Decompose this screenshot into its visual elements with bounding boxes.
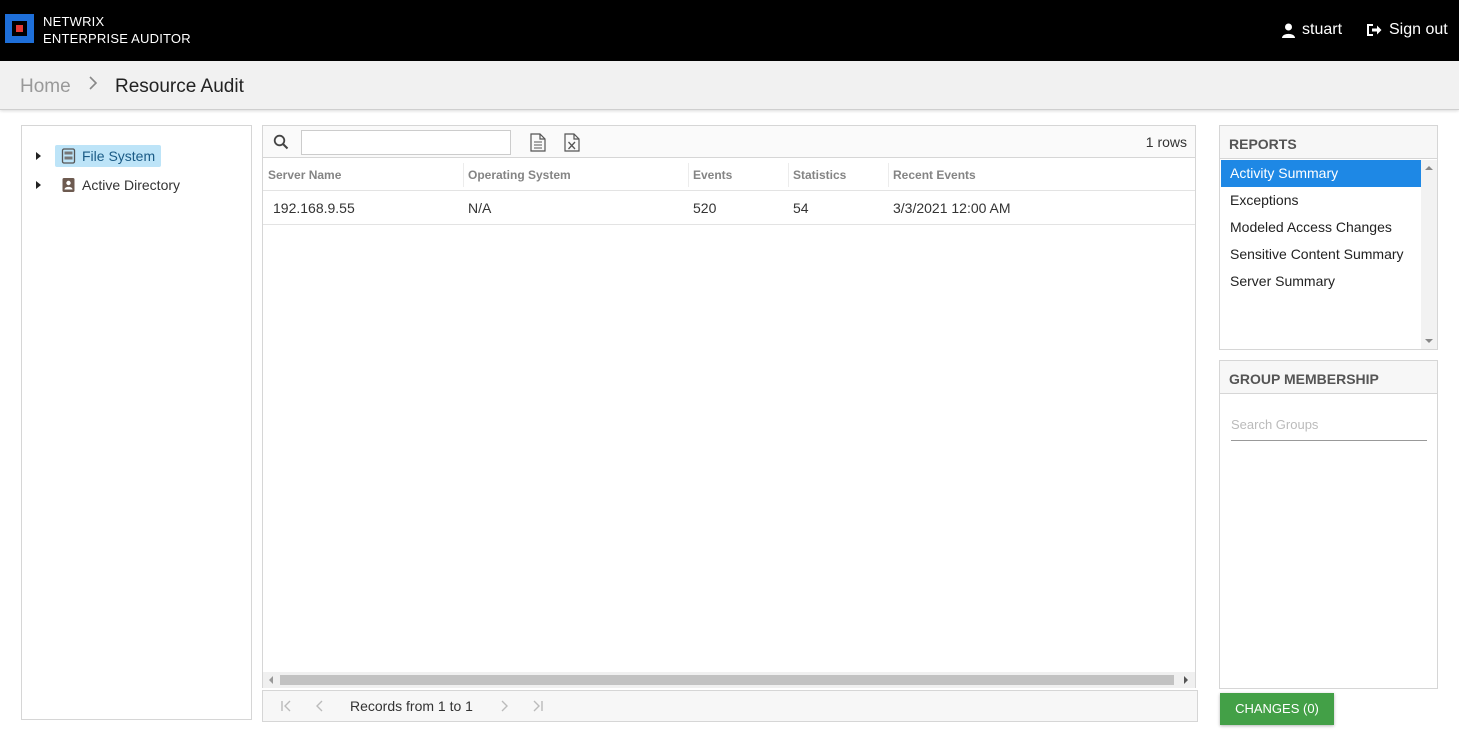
- chevron-right-icon: [89, 76, 98, 90]
- pager: Records from 1 to 1: [262, 690, 1198, 722]
- server-icon: [61, 148, 76, 164]
- directory-icon: [62, 178, 75, 192]
- report-item-sensitive-content-summary[interactable]: Sensitive Content Summary: [1221, 241, 1421, 268]
- navigation-tree: File System Active Directory: [21, 125, 252, 720]
- export-document-icon[interactable]: [530, 133, 546, 152]
- expand-caret-icon[interactable]: [36, 152, 41, 160]
- column-divider[interactable]: [463, 163, 464, 187]
- tree-item-file-system[interactable]: File System: [36, 145, 162, 167]
- report-item-server-summary[interactable]: Server Summary: [1221, 268, 1421, 295]
- grid-search-input[interactable]: [301, 130, 511, 155]
- tree-item-active-directory[interactable]: Active Directory: [36, 174, 186, 196]
- netwrix-logo-icon: [5, 14, 34, 43]
- cell-operating-system: N/A: [468, 200, 492, 216]
- scroll-right-arrow-icon[interactable]: [1184, 676, 1188, 684]
- scrollbar-thumb[interactable]: [280, 675, 1174, 685]
- previous-page-icon[interactable]: [313, 699, 327, 713]
- table-row[interactable]: 192.168.9.55 N/A 520 54 3/3/2021 12:00 A…: [263, 191, 1195, 225]
- sign-out-button[interactable]: Sign out: [1366, 21, 1448, 39]
- next-page-icon[interactable]: [497, 699, 511, 713]
- tree-node-active-directory[interactable]: Active Directory: [55, 174, 186, 196]
- user-icon: [1282, 23, 1295, 38]
- brand-name: NETWRIX ENTERPRISE AUDITOR: [43, 13, 191, 47]
- grid-toolbar: 1 rows: [263, 126, 1195, 158]
- group-search-input[interactable]: [1231, 409, 1427, 441]
- user-menu[interactable]: stuart: [1282, 21, 1342, 39]
- breadcrumb: Home Resource Audit: [0, 61, 1459, 110]
- column-header-recent-events[interactable]: Recent Events: [893, 168, 976, 182]
- column-divider[interactable]: [888, 163, 889, 187]
- sign-out-label: Sign out: [1389, 21, 1448, 38]
- brand-line-1: NETWRIX: [43, 14, 105, 29]
- search-icon: [273, 134, 289, 150]
- breadcrumb-current: Resource Audit: [115, 76, 244, 97]
- pager-records-text: Records from 1 to 1: [350, 698, 473, 714]
- sign-out-icon: [1367, 24, 1382, 36]
- scroll-down-arrow-icon[interactable]: [1425, 339, 1433, 343]
- scroll-up-arrow-icon[interactable]: [1425, 166, 1433, 170]
- reports-header: REPORTS: [1220, 126, 1437, 159]
- column-header-statistics[interactable]: Statistics: [793, 168, 846, 182]
- report-item-activity-summary[interactable]: Activity Summary: [1221, 160, 1421, 187]
- vertical-scrollbar[interactable]: [1421, 160, 1437, 349]
- column-divider[interactable]: [788, 163, 789, 187]
- scroll-left-arrow-icon[interactable]: [269, 676, 273, 684]
- tree-item-label: File System: [82, 148, 156, 164]
- column-header-operating-system[interactable]: Operating System: [468, 168, 571, 182]
- last-page-icon[interactable]: [531, 699, 545, 713]
- report-item-exceptions[interactable]: Exceptions: [1221, 187, 1421, 214]
- cell-statistics: 54: [793, 200, 809, 216]
- horizontal-scrollbar[interactable]: [263, 672, 1195, 688]
- reports-panel: REPORTS Activity Summary Exceptions Mode…: [1219, 125, 1438, 350]
- cell-recent-events: 3/3/2021 12:00 AM: [893, 200, 1011, 216]
- table-header: Server Name Operating System Events Stat…: [263, 159, 1195, 191]
- cell-server-name: 192.168.9.55: [273, 200, 355, 216]
- reports-title: REPORTS: [1229, 136, 1297, 152]
- first-page-icon[interactable]: [279, 699, 293, 713]
- column-divider[interactable]: [688, 163, 689, 187]
- tree-node-file-system[interactable]: File System: [55, 145, 162, 167]
- server-grid: 1 rows Server Name Operating System Even…: [262, 125, 1196, 688]
- tree-item-label: Active Directory: [82, 177, 181, 193]
- report-item-modeled-access-changes[interactable]: Modeled Access Changes: [1221, 214, 1421, 241]
- user-name: stuart: [1302, 21, 1343, 38]
- changes-button[interactable]: CHANGES (0): [1220, 693, 1334, 725]
- row-count: 1 rows: [1145, 134, 1187, 150]
- breadcrumb-home-link[interactable]: Home: [20, 76, 71, 98]
- column-header-events[interactable]: Events: [693, 168, 732, 182]
- group-membership-title: GROUP MEMBERSHIP: [1229, 371, 1379, 387]
- export-excel-icon[interactable]: [564, 133, 580, 152]
- column-header-server-name[interactable]: Server Name: [268, 168, 341, 182]
- reports-list: Activity Summary Exceptions Modeled Acce…: [1221, 160, 1421, 295]
- top-bar: NETWRIX ENTERPRISE AUDITOR stuart Sign o…: [0, 0, 1459, 61]
- group-membership-header: GROUP MEMBERSHIP: [1220, 361, 1437, 394]
- brand-line-2: ENTERPRISE AUDITOR: [43, 31, 191, 46]
- cell-events: 520: [693, 200, 717, 216]
- group-membership-panel: GROUP MEMBERSHIP: [1219, 360, 1438, 689]
- expand-caret-icon[interactable]: [36, 181, 41, 189]
